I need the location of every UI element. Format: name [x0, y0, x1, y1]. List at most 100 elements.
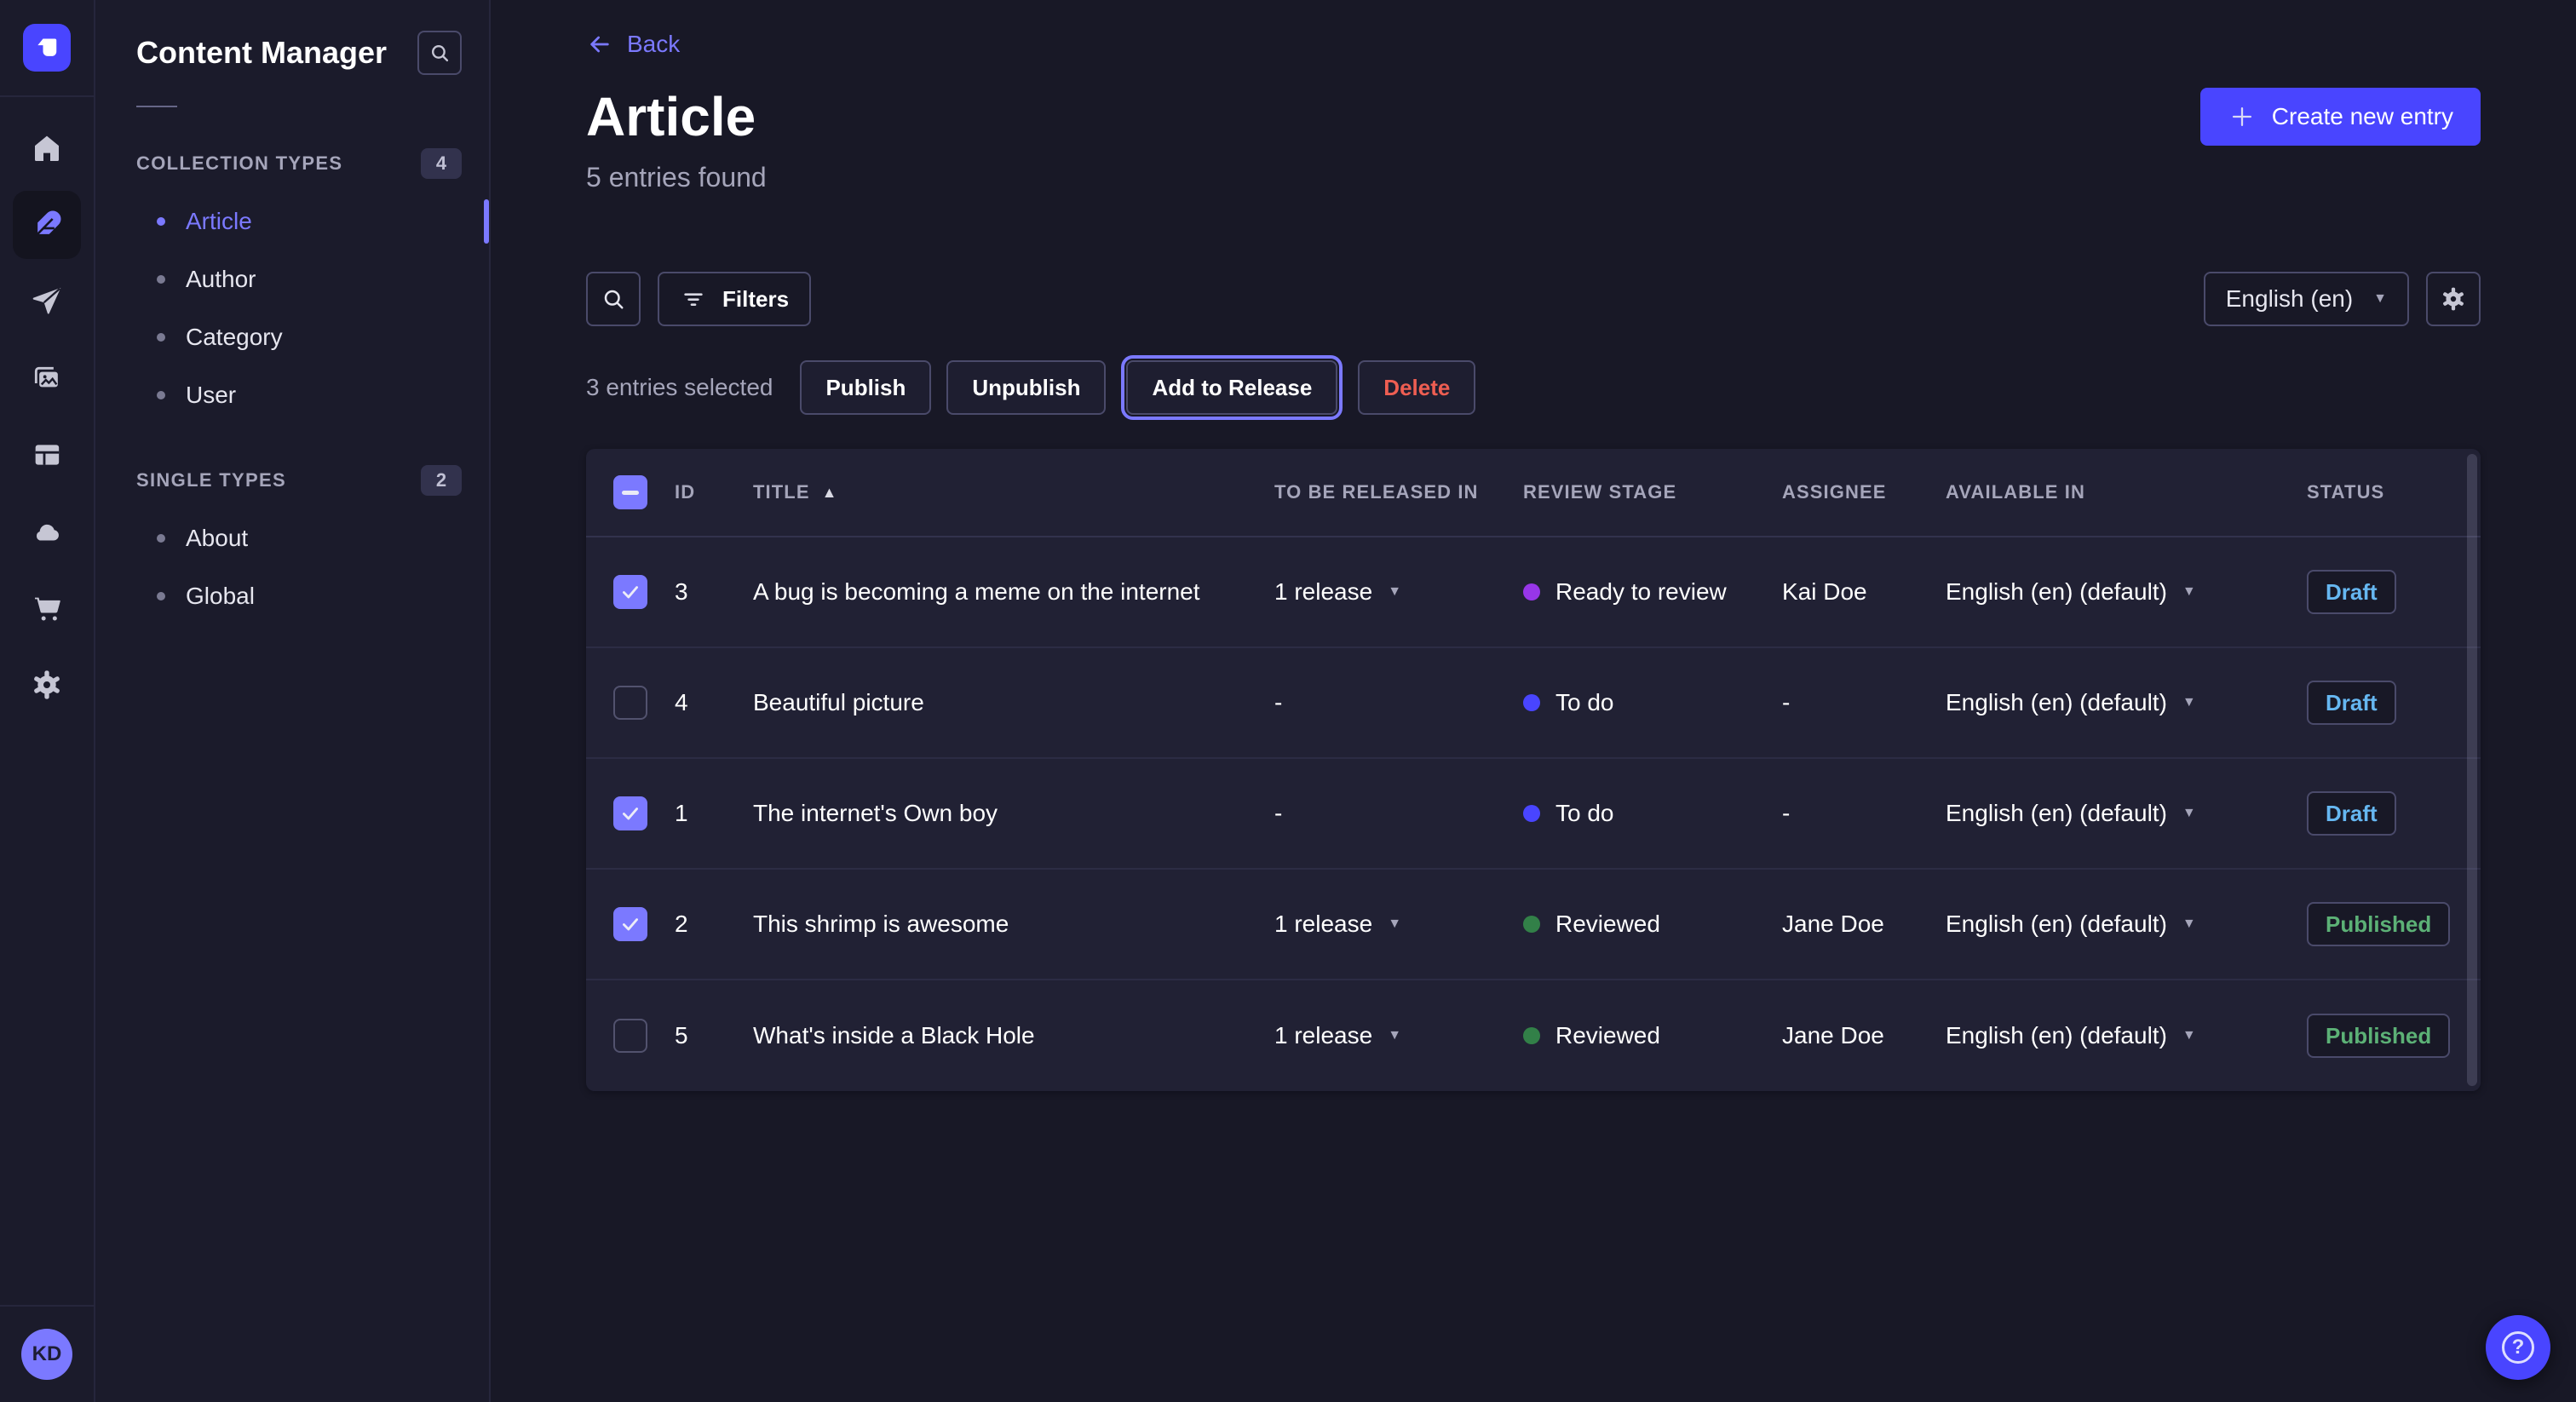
column-header-assignee[interactable]: ASSIGNEE	[1782, 481, 1946, 503]
table-row[interactable]: 5 What's inside a Black Hole 1 release ▼…	[586, 980, 2481, 1091]
entries-table: ID TITLE ▲ TO BE RELEASED IN REVIEW STAG…	[586, 449, 2481, 1091]
cell-available-in[interactable]: English (en) (default) ▼	[1946, 1022, 2307, 1049]
cell-title: What's inside a Black Hole	[753, 1022, 1274, 1049]
images-icon	[30, 361, 64, 395]
locale-select[interactable]: English (en) ▼	[2204, 272, 2409, 326]
page-title: Article	[586, 85, 756, 148]
row-checkbox[interactable]	[613, 686, 647, 720]
sidebar-item-about[interactable]: About	[136, 509, 462, 567]
checkmark-icon	[619, 581, 641, 603]
cell-title: A bug is becoming a meme on the internet	[753, 578, 1274, 606]
sidebar-item-author[interactable]: Author	[136, 250, 462, 308]
cell-to-be-released-in[interactable]: - ▼	[1274, 800, 1523, 827]
column-header-status[interactable]: STATUS	[2307, 481, 2481, 503]
main-content: Back Article Create new entry 5 entries …	[491, 0, 2576, 1402]
collection-types-section: COLLECTION TYPES 4 Article Author Catego…	[136, 148, 462, 424]
view-settings-button[interactable]	[2426, 272, 2481, 326]
release-label: -	[1274, 800, 1282, 827]
chevron-down-icon: ▼	[2182, 917, 2196, 931]
cell-available-in[interactable]: English (en) (default) ▼	[1946, 578, 2307, 606]
cell-assignee: Jane Doe	[1782, 911, 1946, 938]
sidebar-item-global[interactable]: Global	[136, 567, 462, 625]
add-to-release-focus-ring: Add to Release	[1121, 355, 1343, 420]
status-badge: Draft	[2307, 681, 2396, 725]
cell-to-be-released-in[interactable]: 1 release ▼	[1274, 578, 1523, 606]
create-new-entry-button[interactable]: Create new entry	[2200, 88, 2481, 146]
content-manager-nav[interactable]	[13, 191, 81, 259]
table-row[interactable]: 1 The internet's Own boy - ▼ To do - Eng…	[586, 759, 2481, 870]
column-header-title[interactable]: TITLE ▲	[753, 481, 1274, 503]
add-to-release-button[interactable]: Add to Release	[1126, 360, 1337, 415]
media-library-nav[interactable]	[13, 344, 81, 412]
cell-available-in[interactable]: English (en) (default) ▼	[1946, 800, 2307, 827]
help-button[interactable]: ?	[2486, 1315, 2550, 1380]
stage-label: Ready to review	[1555, 578, 1727, 606]
arrow-left-icon	[586, 31, 613, 58]
search-icon	[601, 286, 626, 312]
cell-to-be-released-in[interactable]: - ▼	[1274, 689, 1523, 716]
home-nav[interactable]	[13, 114, 81, 182]
table-row[interactable]: 2 This shrimp is awesome 1 release ▼ Rev…	[586, 870, 2481, 980]
unpublish-button[interactable]: Unpublish	[946, 360, 1106, 415]
row-checkbox[interactable]	[613, 1019, 647, 1053]
icon-rail: KD	[0, 0, 95, 1402]
delete-button[interactable]: Delete	[1358, 360, 1475, 415]
cell-review-stage: To do	[1523, 800, 1782, 827]
cell-to-be-released-in[interactable]: 1 release ▼	[1274, 911, 1523, 938]
bullet-icon	[157, 534, 165, 543]
sidebar-item-article[interactable]: Article	[136, 192, 462, 250]
row-checkbox[interactable]	[613, 575, 647, 609]
marketplace-nav[interactable]	[13, 574, 81, 642]
row-checkbox[interactable]	[613, 796, 647, 830]
cell-assignee: Jane Doe	[1782, 1022, 1946, 1049]
sidebar-search-button[interactable]	[417, 31, 462, 75]
stage-dot-icon	[1523, 694, 1540, 711]
column-header-review-stage[interactable]: REVIEW STAGE	[1523, 481, 1782, 503]
locale-label: English (en) (default)	[1946, 689, 2167, 716]
cell-assignee: -	[1782, 800, 1946, 827]
cell-id: 2	[675, 911, 753, 938]
sidebar-item-category[interactable]: Category	[136, 308, 462, 366]
settings-nav[interactable]	[13, 651, 81, 719]
single-types-count-badge: 2	[421, 465, 462, 496]
row-checkbox[interactable]	[613, 907, 647, 941]
table-scrollbar[interactable]	[2467, 454, 2477, 1086]
table-row[interactable]: 3 A bug is becoming a meme on the intern…	[586, 537, 2481, 648]
back-label: Back	[627, 31, 680, 58]
cell-to-be-released-in[interactable]: 1 release ▼	[1274, 1022, 1523, 1049]
filters-button[interactable]: Filters	[658, 272, 811, 326]
cell-available-in[interactable]: English (en) (default) ▼	[1946, 689, 2307, 716]
column-header-available-in[interactable]: AVAILABLE IN	[1946, 481, 2307, 503]
user-avatar[interactable]: KD	[21, 1329, 72, 1380]
table-header-row: ID TITLE ▲ TO BE RELEASED IN REVIEW STAG…	[586, 449, 2481, 537]
stage-label: Reviewed	[1555, 911, 1660, 938]
list-search-button[interactable]	[586, 272, 641, 326]
back-link[interactable]: Back	[586, 31, 680, 58]
cell-title: Beautiful picture	[753, 689, 1274, 716]
chevron-down-icon: ▼	[2182, 696, 2196, 710]
bullet-icon	[157, 391, 165, 399]
select-all-checkbox[interactable]	[613, 475, 647, 509]
table-body: 3 A bug is becoming a meme on the intern…	[586, 537, 2481, 1091]
sidebar-item-user[interactable]: User	[136, 366, 462, 424]
locale-selected-value: English (en)	[2226, 285, 2353, 313]
table-row[interactable]: 4 Beautiful picture - ▼ To do - English …	[586, 648, 2481, 759]
publish-button[interactable]: Publish	[800, 360, 931, 415]
cell-assignee: -	[1782, 689, 1946, 716]
sidebar-item-label: Global	[186, 583, 255, 610]
question-mark-icon: ?	[2502, 1331, 2534, 1364]
deploy-nav[interactable]	[13, 267, 81, 336]
sidebar-title: Content Manager	[136, 35, 387, 71]
column-header-label: TITLE	[753, 481, 810, 503]
locale-label: English (en) (default)	[1946, 1022, 2167, 1049]
paper-plane-icon	[30, 284, 64, 319]
sidebar-item-label: Author	[186, 266, 256, 293]
content-type-builder-nav[interactable]	[13, 421, 81, 489]
strapi-logo[interactable]	[23, 24, 71, 72]
column-header-to-be-released-in[interactable]: TO BE RELEASED IN	[1274, 481, 1523, 503]
column-header-id[interactable]: ID	[675, 481, 753, 503]
feather-icon	[30, 208, 64, 242]
strapi-admin-app: KD Content Manager COLLECTION TYPES 4 Ar…	[0, 0, 2576, 1402]
cloud-nav[interactable]	[13, 497, 81, 566]
cell-available-in[interactable]: English (en) (default) ▼	[1946, 911, 2307, 938]
